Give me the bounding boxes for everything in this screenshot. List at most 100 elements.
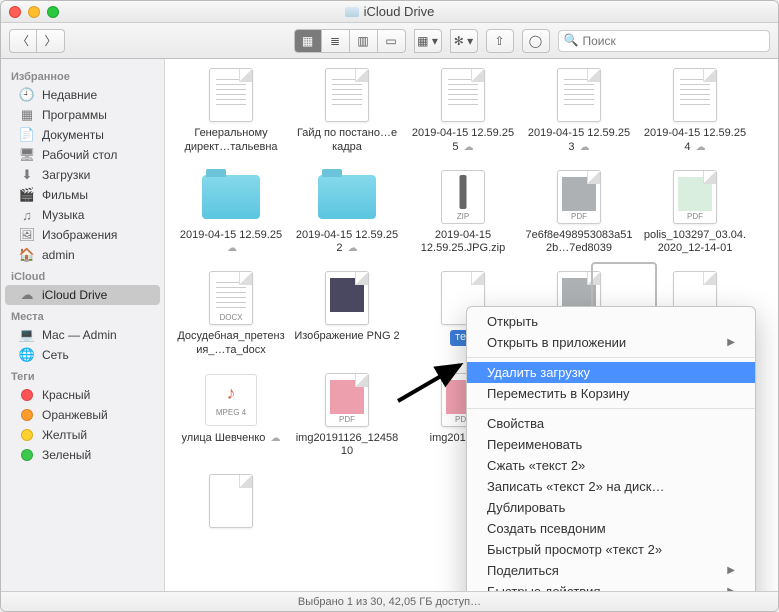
search-input[interactable] bbox=[558, 30, 771, 52]
sidebar-item-label: Желтый bbox=[42, 428, 87, 442]
file-item[interactable]: 2019-04-15 12.59.25 ☁︎ bbox=[173, 169, 289, 257]
sidebar-item[interactable]: 📄Документы bbox=[5, 125, 160, 145]
file-item[interactable] bbox=[173, 473, 289, 533]
sidebar-item[interactable]: 💻 Mac — Admin bbox=[5, 325, 160, 345]
zoom-window-button[interactable] bbox=[47, 6, 59, 18]
menu-item[interactable]: Открыть в приложении▶ bbox=[467, 332, 755, 353]
file-item[interactable]: 2019-04-15 12.59.25 4 ☁︎ bbox=[637, 67, 753, 155]
sidebar-item-label: Зеленый bbox=[42, 448, 91, 462]
file-icon bbox=[313, 67, 381, 123]
menu-item[interactable]: Создать псевдоним bbox=[467, 518, 755, 539]
sidebar-item[interactable]: 🌐Сеть bbox=[5, 345, 160, 365]
search-field[interactable] bbox=[558, 30, 771, 52]
menu-item[interactable]: Записать «текст 2» на диск… bbox=[467, 476, 755, 497]
file-item[interactable]: 2019-04-15 12.59.25.JPG.zip bbox=[405, 169, 521, 257]
sidebar-item-label: Фильмы bbox=[42, 188, 88, 202]
sidebar-item[interactable]: Оранжевый bbox=[5, 405, 160, 425]
menu-item[interactable]: Свойства bbox=[467, 413, 755, 434]
computer-icon: 💻 bbox=[19, 328, 35, 342]
menu-item[interactable]: Переместить в Корзину bbox=[467, 383, 755, 404]
file-label: Изображение PNG 2 bbox=[294, 330, 399, 344]
tag-dot bbox=[19, 408, 35, 422]
sidebar-item[interactable]: 🎬Фильмы bbox=[5, 185, 160, 205]
file-item[interactable]: PDF img20191126_1245810 bbox=[289, 372, 405, 460]
file-icon: PDF bbox=[661, 169, 729, 225]
group-button[interactable]: ▦ ▾ bbox=[414, 29, 442, 53]
sidebar-item-label: Музыка bbox=[42, 208, 84, 222]
window-title-text: iCloud Drive bbox=[364, 4, 435, 19]
sidebar-item[interactable]: ⬇︎Загрузки bbox=[5, 165, 160, 185]
file-label: img20191126_1245810 bbox=[293, 432, 401, 460]
sidebar-item[interactable]: ☁︎iCloud Drive bbox=[5, 285, 160, 305]
list-view-button[interactable]: ≣ bbox=[322, 29, 350, 53]
minimize-window-button[interactable] bbox=[28, 6, 40, 18]
network-icon: 🌐 bbox=[19, 348, 35, 362]
file-item[interactable]: 2019-04-15 12.59.25 5 ☁︎ bbox=[405, 67, 521, 155]
menu-item-label: Сжать «текст 2» bbox=[487, 458, 585, 473]
submenu-arrow-icon: ▶ bbox=[727, 565, 735, 576]
file-icon bbox=[429, 67, 497, 123]
file-icon bbox=[545, 67, 613, 123]
gallery-view-button[interactable]: ▭ bbox=[378, 29, 406, 53]
sidebar-item-label: Mac — Admin bbox=[42, 328, 117, 342]
file-label: 2019-04-15 12.59.25 4 ☁︎ bbox=[641, 127, 749, 155]
action-button[interactable]: ✻ ▾ bbox=[450, 29, 478, 53]
tags-button[interactable]: ◯ bbox=[522, 29, 550, 53]
file-icon: PDF bbox=[313, 372, 381, 428]
icon-view-button[interactable]: ▦ bbox=[294, 29, 322, 53]
sidebar-item[interactable]: ♫ Музыка bbox=[5, 205, 160, 225]
sidebar-item[interactable]: ▦Программы bbox=[5, 105, 160, 125]
music-icon: ♫ bbox=[19, 208, 35, 222]
menu-item[interactable]: Быстрые действия▶ bbox=[467, 581, 755, 591]
menu-item-label: Переместить в Корзину bbox=[487, 386, 630, 401]
close-window-button[interactable] bbox=[9, 6, 21, 18]
file-item[interactable]: DOCXДосудебная_претензия_…та_docx bbox=[173, 270, 289, 358]
file-icon bbox=[197, 67, 265, 123]
file-icon bbox=[429, 169, 497, 225]
sidebar-heading: iCloud bbox=[1, 265, 164, 285]
menu-item-label: Записать «текст 2» на диск… bbox=[487, 479, 664, 494]
column-view-button[interactable]: ▥ bbox=[350, 29, 378, 53]
sidebar-item[interactable]: Зеленый bbox=[5, 445, 160, 465]
menu-item[interactable]: Переименовать bbox=[467, 434, 755, 455]
file-item[interactable]: PDF7e6f8e498953083a512b…7ed8039 bbox=[521, 169, 637, 257]
sidebar-item[interactable]: 🖥Рабочий стол bbox=[5, 145, 160, 165]
menu-item[interactable]: Дублировать bbox=[467, 497, 755, 518]
file-item[interactable]: 2019-04-15 12.59.25 3 ☁︎ bbox=[521, 67, 637, 155]
sidebar-item-label: Оранжевый bbox=[42, 408, 108, 422]
file-label: Генеральному директ…тальевна bbox=[177, 127, 285, 155]
file-item[interactable]: Генеральному директ…тальевна bbox=[173, 67, 289, 155]
file-item[interactable]: 2019-04-15 12.59.25 2 ☁︎ bbox=[289, 169, 405, 257]
share-button[interactable]: ⇧ bbox=[486, 29, 514, 53]
back-button[interactable]: 〈 bbox=[9, 29, 37, 53]
desktop-icon: 🖥 bbox=[19, 148, 35, 162]
menu-item[interactable]: Сжать «текст 2» bbox=[467, 455, 755, 476]
menu-item[interactable]: Открыть bbox=[467, 311, 755, 332]
file-label: 2019-04-15 12.59.25 3 ☁︎ bbox=[525, 127, 633, 155]
menu-item-label: Открыть в приложении bbox=[487, 335, 626, 350]
file-item[interactable]: PDF polis_103297_03.04.2020_12-14-01 bbox=[637, 169, 753, 257]
sidebar-item[interactable]: 🏠admin bbox=[5, 245, 160, 265]
content-area[interactable]: Генеральному директ…тальевнаГайд по пост… bbox=[165, 59, 778, 591]
sidebar-item[interactable]: 🖼Изображения bbox=[5, 225, 160, 245]
sidebar-item-label: iCloud Drive bbox=[42, 288, 107, 302]
file-label: Досудебная_претензия_…та_docx bbox=[177, 330, 285, 358]
menu-item[interactable]: Удалить загрузку bbox=[467, 362, 755, 383]
file-label: polis_103297_03.04.2020_12-14-01 bbox=[641, 229, 749, 257]
file-icon: PDF bbox=[545, 169, 613, 225]
forward-button[interactable]: 〉 bbox=[37, 29, 65, 53]
sidebar-item[interactable]: Желтый bbox=[5, 425, 160, 445]
menu-item-label: Свойства bbox=[487, 416, 544, 431]
file-label: 2019-04-15 12.59.25.JPG.zip bbox=[409, 229, 517, 257]
app-icon: ▦ bbox=[19, 108, 35, 122]
file-item[interactable]: ♪MPEG 4улица Шевченко ☁︎ bbox=[173, 372, 289, 460]
status-bar: Выбрано 1 из 30, 42,05 ГБ доступ… bbox=[1, 591, 778, 611]
file-item[interactable]: Изображение PNG 2 bbox=[289, 270, 405, 358]
file-item[interactable]: Гайд по постано…е кадра bbox=[289, 67, 405, 155]
menu-item[interactable]: Поделиться▶ bbox=[467, 560, 755, 581]
sidebar-heading: Теги bbox=[1, 365, 164, 385]
menu-item[interactable]: Быстрый просмотр «текст 2» bbox=[467, 539, 755, 560]
sidebar-item[interactable]: Красный bbox=[5, 385, 160, 405]
sidebar-item[interactable]: 🕘Недавние bbox=[5, 85, 160, 105]
menu-item-label: Переименовать bbox=[487, 437, 582, 452]
